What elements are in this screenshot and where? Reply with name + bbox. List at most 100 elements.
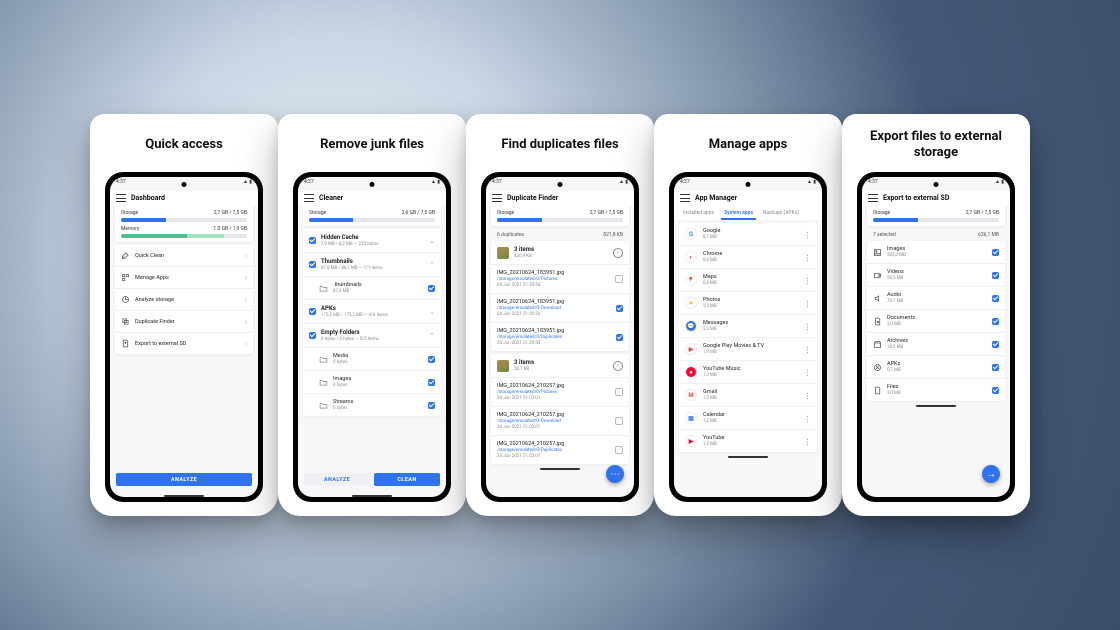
export-row[interactable]: Audio70,1 MB — [867, 287, 1005, 310]
checkbox-icon[interactable] — [428, 402, 435, 409]
app-name: YouTube Music — [703, 366, 798, 372]
more-icon[interactable]: ⋯ — [803, 231, 812, 238]
dup-group-1: 3 items430,9 KBi IMG_20210624_183951.jpg… — [491, 241, 629, 351]
group-thumbnails[interactable]: Thumbnails87,6 MB / 88,1 MB — 1/1 items⌃ — [303, 253, 441, 277]
thumbnail-icon — [497, 360, 509, 372]
hamburger-icon[interactable] — [116, 194, 126, 202]
camera-dot — [182, 182, 187, 187]
more-icon[interactable]: ⋯ — [803, 323, 812, 330]
app-title: Duplicate Finder — [507, 194, 558, 202]
item-images[interactable]: Images0 bytes — [303, 371, 441, 394]
checkbox-icon[interactable] — [309, 332, 316, 339]
dup-file[interactable]: IMG_20210624_210257.jpg/storage/emulated… — [491, 378, 629, 407]
hamburger-icon[interactable] — [868, 194, 878, 202]
app-list: GGoogle8,7 MB⋯◐Chrome6,4 MB⋯📍Maps6,4 MB⋯… — [679, 223, 817, 452]
item-quick-clean[interactable]: Quick Clean› — [115, 245, 253, 267]
chevron-down-icon[interactable]: ⌄ — [429, 308, 435, 316]
more-icon[interactable]: ⋯ — [803, 369, 812, 376]
group-empty-folders[interactable]: Empty Folders0 bytes / 0 bytes — 5/5 ite… — [303, 324, 441, 348]
more-icon[interactable]: ⋯ — [803, 254, 812, 261]
checkbox-icon[interactable] — [428, 285, 435, 292]
app-row[interactable]: ◐Chrome6,4 MB⋯ — [679, 246, 817, 269]
more-icon[interactable]: ⋯ — [803, 277, 812, 284]
more-icon[interactable]: ⋯ — [803, 346, 812, 353]
app-row[interactable]: 💬Messages2,3 MB⋯ — [679, 315, 817, 338]
checkbox-icon[interactable] — [615, 388, 623, 396]
chevron-up-icon[interactable]: ⌃ — [429, 261, 435, 269]
more-icon[interactable]: ⋯ — [803, 392, 812, 399]
checkbox-icon[interactable] — [992, 249, 999, 256]
app-row[interactable]: ●YouTube Music1,3 MB⋯ — [679, 361, 817, 384]
info-icon[interactable]: i — [613, 248, 623, 258]
app-row[interactable]: ▶Google Play Movies & TV1,9 MB⋯ — [679, 338, 817, 361]
checkbox-icon[interactable] — [992, 364, 999, 371]
export-row[interactable]: Videos56,0 MB — [867, 264, 1005, 287]
analyze-button[interactable]: ANALYZE — [116, 473, 252, 486]
dup-file[interactable]: IMG_20210624_183951.jpg/storage/emulated… — [491, 265, 629, 294]
fab-button[interactable]: → — [982, 465, 1000, 483]
checkbox-icon[interactable] — [616, 305, 623, 312]
export-row[interactable]: APKs0,7 MB — [867, 356, 1005, 379]
chevron-up-icon[interactable]: ⌃ — [429, 332, 435, 340]
item-streams[interactable]: Streams0 bytes — [303, 394, 441, 416]
category-size: 3,0 MB — [887, 391, 987, 396]
app-row[interactable]: 📍Maps6,4 MB⋯ — [679, 269, 817, 292]
item-export-sd[interactable]: Export to external SD› — [115, 333, 253, 354]
checkbox-icon[interactable] — [309, 261, 316, 268]
item-media[interactable]: Media0 bytes — [303, 348, 441, 371]
checkbox-icon[interactable] — [992, 272, 999, 279]
tab-installed[interactable]: Installed apps — [680, 208, 717, 220]
item-thumbnails-child[interactable]: .thumbnails87,6 MB — [303, 277, 441, 300]
export-row[interactable]: Files3,0 MB — [867, 379, 1005, 401]
dup-file[interactable]: IMG_20210624_183951.jpg/storage/emulated… — [491, 294, 629, 323]
more-icon[interactable]: ⋯ — [803, 438, 812, 445]
analyze-button[interactable]: ANALYZE — [304, 473, 370, 486]
app-row[interactable]: MGmail1,2 MB⋯ — [679, 384, 817, 407]
checkbox-icon[interactable] — [616, 334, 623, 341]
dup-file[interactable]: IMG_20210624_183951.jpg/storage/emulated… — [491, 323, 629, 351]
checkbox-icon[interactable] — [615, 417, 623, 425]
clean-button[interactable]: CLEAN — [374, 473, 440, 486]
item-analyze-storage[interactable]: Analyze storage› — [115, 289, 253, 311]
app-row[interactable]: ▶YouTube1,2 MB⋯ — [679, 430, 817, 452]
checkbox-icon[interactable] — [992, 341, 999, 348]
hamburger-icon[interactable] — [492, 194, 502, 202]
app-title: Dashboard — [131, 194, 165, 202]
app-row[interactable]: ✦Photos5,5 MB⋯ — [679, 292, 817, 315]
dup-group-header[interactable]: 3 items430,9 KBi — [491, 241, 629, 265]
chevron-down-icon[interactable]: ⌄ — [429, 237, 435, 245]
checkbox-icon[interactable] — [992, 295, 999, 302]
tab-backups[interactable]: Backups (APKs) — [760, 208, 802, 220]
phone-screen: 4:37▲ ▮ Cleaner Storage2,6 GB / 7,5 GB H… — [298, 177, 446, 497]
checkbox-icon[interactable] — [309, 237, 316, 244]
item-duplicate-finder[interactable]: Duplicate Finder› — [115, 311, 253, 333]
tab-system[interactable]: System apps — [721, 208, 756, 220]
app-row[interactable]: ▦Calendar1,2 MB⋯ — [679, 407, 817, 430]
fab-button[interactable]: ⋯ — [606, 465, 624, 483]
item-manage-apps[interactable]: Manage Apps› — [115, 267, 253, 289]
phone-screen: 4:37▲ ▮ App Manager Installed apps Syste… — [674, 177, 822, 497]
group-apks[interactable]: APKs175,2 MB / 175,2 MB — 4/4 items⌄ — [303, 300, 441, 324]
checkbox-icon[interactable] — [992, 318, 999, 325]
card-remove-junk: Remove junk files 4:37▲ ▮ Cleaner Storag… — [278, 114, 466, 516]
checkbox-icon[interactable] — [428, 379, 435, 386]
dup-file[interactable]: IMG_20210624_210257.jpg/storage/emulated… — [491, 407, 629, 436]
checkbox-icon[interactable] — [309, 308, 316, 315]
app-row[interactable]: GGoogle8,7 MB⋯ — [679, 223, 817, 246]
dup-group-header[interactable]: 3 items56,1 KBi — [491, 354, 629, 378]
checkbox-icon[interactable] — [428, 356, 435, 363]
info-icon[interactable]: i — [613, 361, 623, 371]
export-row[interactable]: Archives18,2 MB — [867, 333, 1005, 356]
hamburger-icon[interactable] — [304, 194, 314, 202]
group-hidden-cache[interactable]: Hidden Cache7,9 MB / 8,2 MB — 235 items⌄ — [303, 229, 441, 253]
phone-screen: 4:37▲ ▮ Export to external SD Storage2,7… — [862, 177, 1010, 497]
more-icon[interactable]: ⋯ — [803, 300, 812, 307]
export-row[interactable]: Images505,0 MB — [867, 241, 1005, 264]
checkbox-icon[interactable] — [615, 446, 623, 454]
export-row[interactable]: Documents3,0 MB — [867, 310, 1005, 333]
hamburger-icon[interactable] — [680, 194, 690, 202]
checkbox-icon[interactable] — [992, 387, 999, 394]
more-icon[interactable]: ⋯ — [803, 415, 812, 422]
checkbox-icon[interactable] — [615, 275, 623, 283]
dup-file[interactable]: IMG_20210624_210257.jpg/storage/emulated… — [491, 436, 629, 464]
